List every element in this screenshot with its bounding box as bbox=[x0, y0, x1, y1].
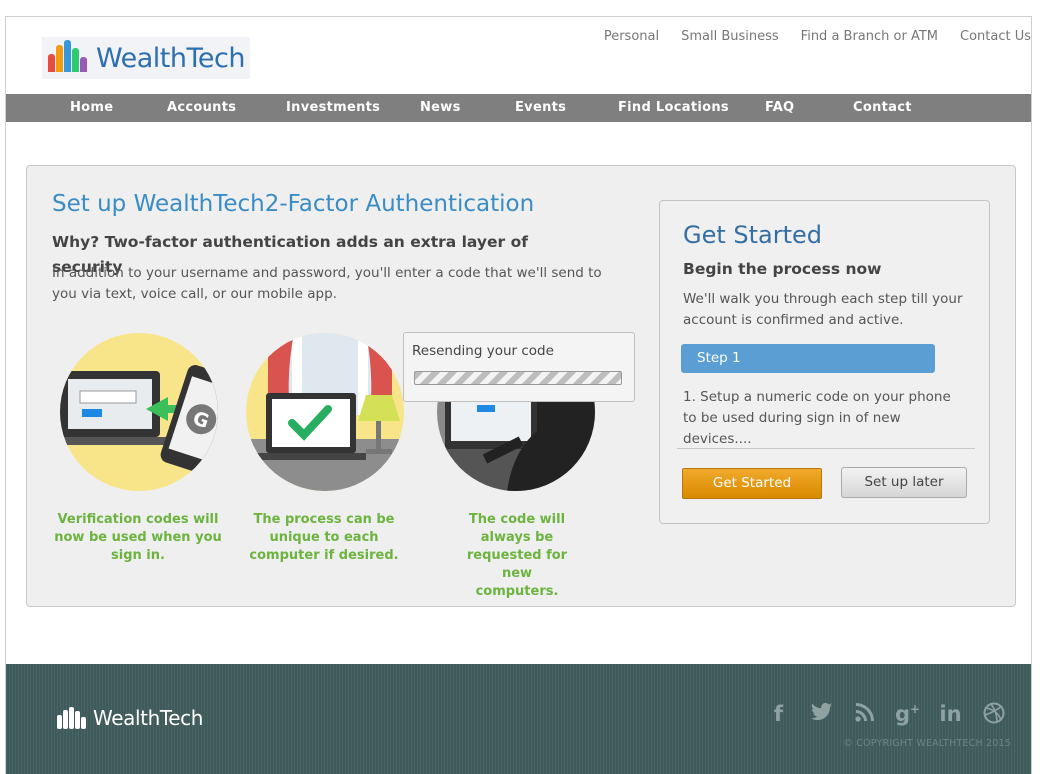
page-title: Set up WealthTech2-Factor Authentication bbox=[52, 191, 535, 217]
footer-logo-bars-icon bbox=[57, 707, 86, 729]
caption-unique: The process can be unique to each comput… bbox=[249, 512, 399, 563]
dribbble-icon[interactable] bbox=[972, 702, 1015, 729]
main-nav: Home Accounts Investments News Events Fi… bbox=[6, 94, 1031, 122]
two-factor-panel: Set up WealthTech2-Factor Authentication… bbox=[26, 165, 1016, 607]
card-description: We'll walk you through each step till yo… bbox=[683, 291, 963, 328]
toast-text: Resending your code bbox=[412, 343, 554, 359]
linkedin-icon[interactable]: in bbox=[929, 702, 972, 729]
caption-new-computers: The code will always be requested for ne… bbox=[466, 512, 568, 599]
step-text: 1. Setup a numeric code on your phone to… bbox=[683, 389, 951, 447]
nav-home[interactable]: Home bbox=[70, 100, 113, 115]
footer-brand: WealthTech bbox=[93, 706, 204, 730]
facebook-icon[interactable]: f bbox=[757, 702, 800, 729]
top-link-small-business[interactable]: Small Business bbox=[681, 29, 779, 44]
card-subtitle: Begin the process now bbox=[683, 260, 882, 278]
caption-verification: Verification codes will now be used when… bbox=[54, 512, 222, 563]
copyright-text: © COPYRIGHT WEALTHTECH 2015 bbox=[843, 738, 1011, 749]
nav-contact[interactable]: Contact bbox=[853, 100, 912, 115]
card-title: Get Started bbox=[683, 221, 823, 249]
top-link-contact[interactable]: Contact Us bbox=[960, 29, 1031, 44]
get-started-card: Get Started Begin the process now We'll … bbox=[659, 200, 990, 524]
top-link-personal[interactable]: Personal bbox=[604, 29, 659, 44]
verification-illustration: G bbox=[60, 333, 218, 491]
nav-find-locations[interactable]: Find Locations bbox=[618, 100, 729, 115]
top-link-find-branch[interactable]: Find a Branch or ATM bbox=[801, 29, 938, 44]
resending-toast: Resending your code bbox=[403, 332, 635, 402]
brand-name: WealthTech bbox=[96, 42, 245, 74]
logo-bars-icon bbox=[46, 40, 90, 76]
twitter-icon[interactable] bbox=[800, 702, 843, 729]
nav-events[interactable]: Events bbox=[515, 100, 566, 115]
computer-illustration bbox=[246, 333, 404, 491]
get-started-button[interactable]: Get Started bbox=[682, 468, 822, 499]
rss-icon[interactable] bbox=[843, 702, 886, 729]
brand-logo[interactable]: WealthTech bbox=[42, 37, 250, 79]
nav-news[interactable]: News bbox=[420, 100, 461, 115]
footer: WealthTech f g+ in © COPYRIGHT WEALTHTEC… bbox=[6, 664, 1031, 774]
nav-faq[interactable]: FAQ bbox=[765, 100, 794, 115]
card-divider bbox=[677, 448, 975, 449]
top-links: Personal Small Business Find a Branch or… bbox=[582, 29, 1031, 44]
progress-bar bbox=[414, 371, 622, 385]
google-plus-icon[interactable]: g+ bbox=[886, 702, 929, 729]
social-links: f g+ in bbox=[757, 702, 1015, 729]
nav-accounts[interactable]: Accounts bbox=[167, 100, 236, 115]
nav-investments[interactable]: Investments bbox=[286, 100, 380, 115]
set-up-later-button[interactable]: Set up later bbox=[841, 467, 967, 498]
footer-logo[interactable]: WealthTech bbox=[56, 706, 203, 730]
description-text: In addition to your username and passwor… bbox=[52, 265, 602, 302]
step-badge: Step 1 bbox=[681, 344, 935, 373]
page-frame: WealthTech Personal Small Business Find … bbox=[5, 16, 1032, 774]
